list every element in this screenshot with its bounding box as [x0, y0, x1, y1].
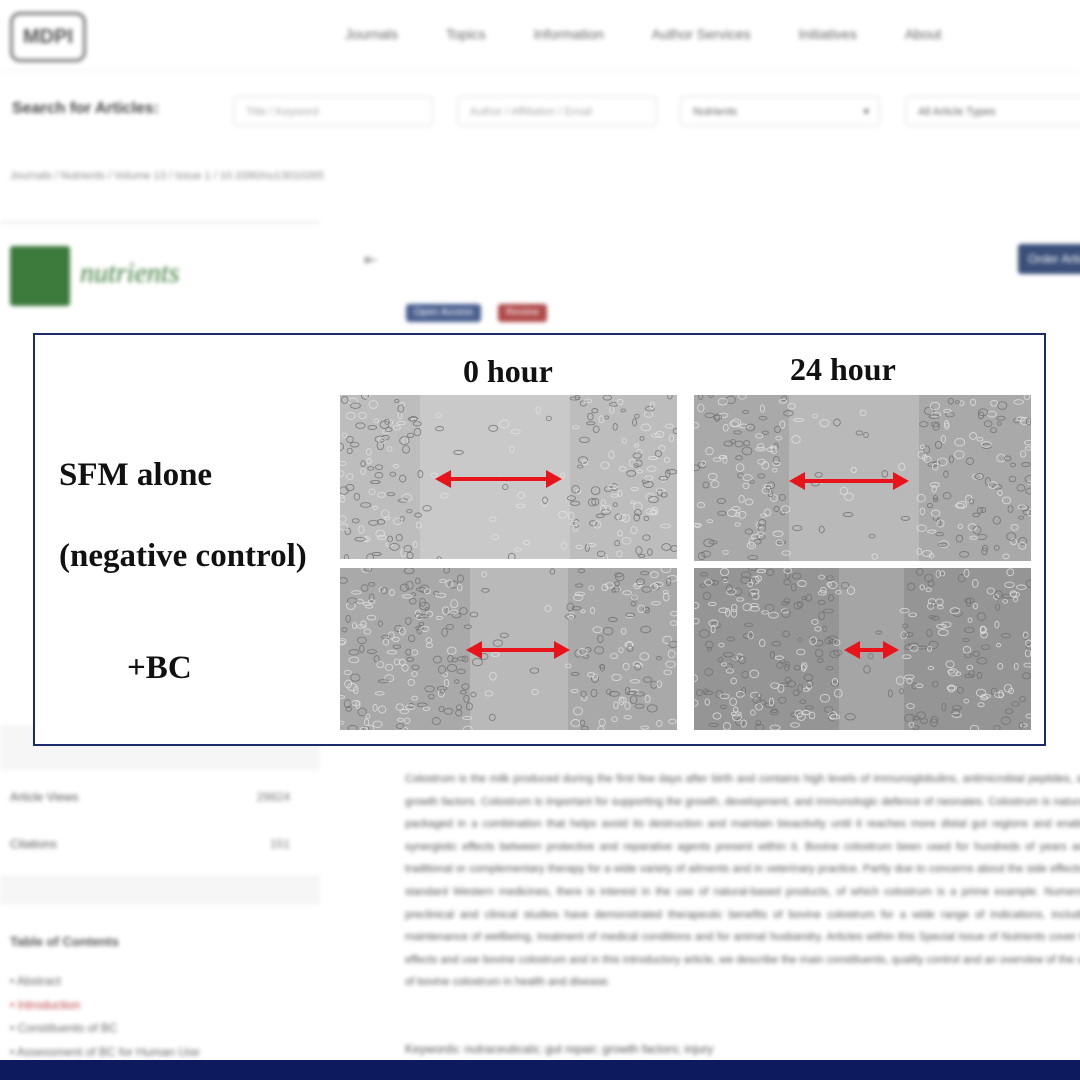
wound-assay-figure: 0 hour 24 hour SFM alone (negative contr… [33, 333, 1046, 746]
micrograph-sfm-0h [340, 395, 677, 559]
breadcrumb: Journals / Nutrients / Volume 13 / Issue… [10, 170, 324, 182]
journal-logo[interactable] [10, 246, 70, 306]
journal-select-value: Nutrients [693, 106, 738, 118]
order-article-button[interactable]: Order Article [1018, 244, 1080, 274]
toc-item[interactable]: • Constituents of BC [10, 1021, 118, 1035]
nav-about[interactable]: About [905, 26, 942, 42]
nav-author-services[interactable]: Author Services [652, 26, 751, 42]
search-label: Search for Articles: [12, 100, 160, 117]
toc-title[interactable]: Table of Contents [10, 934, 119, 949]
title-search-input[interactable]: Title / Keyword [233, 96, 433, 126]
nav-menu: Journals Topics Information Author Servi… [345, 26, 941, 42]
toc-item[interactable]: • Assessment of BC for Human Use [10, 1045, 200, 1059]
stat-value-views: 29824 [256, 790, 290, 804]
col-header-0h: 0 hour [463, 353, 553, 389]
bottom-bar [0, 1060, 1080, 1080]
top-navigation: MDPI Journals Topics Information Author … [0, 0, 1080, 71]
open-access-badge: Open Access [406, 304, 481, 322]
row-label-negative-control: (negative control) [59, 538, 307, 574]
toc-item[interactable]: • Abstract [10, 974, 61, 988]
chevron-down-icon: ▾ [863, 106, 869, 118]
row-label-bc: +BC [127, 650, 192, 686]
row-label-sfm: SFM alone [59, 457, 213, 493]
nav-topics[interactable]: Topics [446, 26, 486, 42]
article-type-select[interactable]: All Article Types [905, 96, 1080, 126]
keywords: Keywords: nutraceuticals; gut repair; gr… [405, 1042, 714, 1056]
col-header-24h: 24 hour [790, 351, 896, 387]
stat-label-views: Article Views [10, 790, 79, 804]
author-search-input[interactable]: Author / Affiliation / Email [457, 96, 657, 126]
nav-initiatives[interactable]: Initiatives [798, 26, 856, 42]
stats-card [0, 770, 320, 875]
micrograph-bc-24h [694, 568, 1031, 730]
nav-information[interactable]: Information [534, 26, 604, 42]
collapse-icon[interactable]: ⇤ [364, 250, 377, 270]
review-badge: Review [498, 304, 547, 322]
toc-item[interactable]: • Introduction [10, 998, 80, 1012]
abstract-text: Colostrum is the milk produced during th… [405, 773, 1080, 989]
nav-journals[interactable]: Journals [345, 26, 398, 42]
stat-label-citations[interactable]: Citations [10, 837, 57, 851]
stat-value-citations: 151 [269, 837, 290, 851]
journal-name[interactable]: nutrients [80, 258, 180, 290]
micrograph-bc-0h [340, 568, 677, 730]
mdpi-logo[interactable]: MDPI [10, 12, 86, 62]
journal-select[interactable]: Nutrients ▾ [680, 96, 880, 126]
micrograph-sfm-24h [694, 395, 1031, 561]
